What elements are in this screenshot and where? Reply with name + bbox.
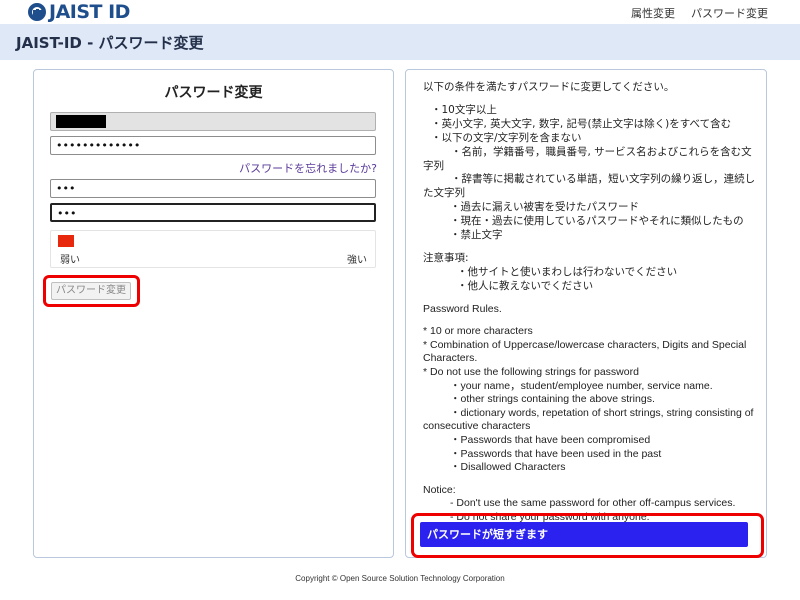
en-rule-item: * 10 or more characters — [423, 325, 533, 338]
password-too-short-alert[interactable]: パスワードが短すぎます — [420, 522, 748, 547]
en-rule-subitem: ・Passwords that have been used in the pa… — [450, 447, 662, 460]
user-id-field[interactable] — [50, 112, 376, 131]
page-header: JAIST-ID - パスワード変更 — [0, 24, 800, 60]
rule-subitem: ・過去に漏えい被害を受けたパスワード — [450, 201, 639, 214]
submit-highlight: パスワード変更 — [43, 275, 140, 307]
rule-item: ・10文字以上 — [431, 103, 497, 116]
form-title: パスワード変更 — [164, 85, 263, 101]
notice-item: ・他人に教えないでください — [457, 279, 594, 292]
logo[interactable]: JAIST ID — [28, 2, 130, 22]
current-password-field[interactable]: ••••••••••••• — [50, 136, 376, 155]
rule-subitem: ・辞書等に掲載されている単語，短い文字列の繰り返し，連続した文字列 — [423, 173, 756, 200]
rules-intro: 以下の条件を満たすパスワードに変更してください。 — [423, 81, 675, 93]
rules-text: 以下の条件を満たすパスワードに変更してください。 ・10文字以上 ・英小文字, … — [423, 81, 758, 525]
change-password-button[interactable]: パスワード変更 — [51, 282, 131, 300]
strength-strong-label: 強い — [347, 255, 367, 266]
top-nav-links: 属性変更 パスワード変更 — [631, 5, 768, 21]
redacted-user-id — [56, 115, 106, 128]
top-navbar: JAIST ID 属性変更 パスワード変更 — [0, 0, 800, 24]
notice-item: ・他サイトと使いまわしは行わないでください — [457, 265, 678, 278]
en-rule-item: * Do not use the following strings for p… — [423, 366, 639, 379]
page-title: JAIST-ID - パスワード変更 — [16, 34, 204, 52]
en-rule-subitem: ・other strings containing the above stri… — [450, 393, 655, 406]
nav-password-change-link[interactable]: パスワード変更 — [691, 5, 768, 21]
password-change-form: パスワード変更 ••••••••••••• パスワードを忘れましたか? ••• … — [33, 69, 394, 558]
rule-item: ・英小文字, 英大文字, 数字, 記号(禁止文字は除く)をすべて含む — [431, 117, 732, 130]
logo-text: JAIST ID — [49, 1, 130, 23]
rule-subitem: ・名前，学籍番号，職員番号, サービス名およびこれらを含む文字列 — [423, 145, 752, 172]
footer-copyright: Copyright © Open Source Solution Technol… — [295, 574, 505, 583]
strength-weak-label: 弱い — [60, 255, 80, 266]
rule-subitem: ・現在・過去に使用しているパスワードやそれに類似したもの — [450, 215, 744, 228]
jaist-emblem-icon — [28, 3, 46, 21]
en-rule-subitem: ・Passwords that have been compromised — [450, 434, 651, 447]
en-rules-title: Password Rules. — [423, 302, 502, 315]
en-rule-subitem: ・your name，student/employee number, serv… — [450, 379, 713, 392]
confirm-password-field[interactable]: ••• — [50, 203, 376, 222]
en-rule-subitem: ・dictionary words, repetation of short s… — [423, 406, 754, 433]
password-strength-meter: 弱い 強い — [50, 230, 376, 268]
en-notice-item: - Don't use the same password for other … — [450, 497, 736, 510]
forgot-password-link[interactable]: パスワードを忘れましたか? — [239, 160, 377, 176]
notice-title: 注意事項: — [423, 251, 469, 264]
nav-attributes-link[interactable]: 属性変更 — [631, 5, 675, 21]
en-notice-title: Notice: — [423, 483, 456, 496]
en-rule-subitem: ・Disallowed Characters — [450, 461, 566, 474]
new-password-field[interactable]: ••• — [50, 179, 376, 198]
rule-item: ・以下の文字/文字列を含まない — [431, 131, 582, 144]
en-rule-item: * Combination of Uppercase/lowercase cha… — [423, 338, 747, 365]
alert-highlight: パスワードが短すぎます — [411, 513, 764, 558]
password-rules-panel[interactable]: 以下の条件を満たすパスワードに変更してください。 ・10文字以上 ・英小文字, … — [405, 69, 767, 558]
strength-bar — [58, 235, 74, 247]
rule-subitem: ・禁止文字 — [450, 229, 503, 242]
